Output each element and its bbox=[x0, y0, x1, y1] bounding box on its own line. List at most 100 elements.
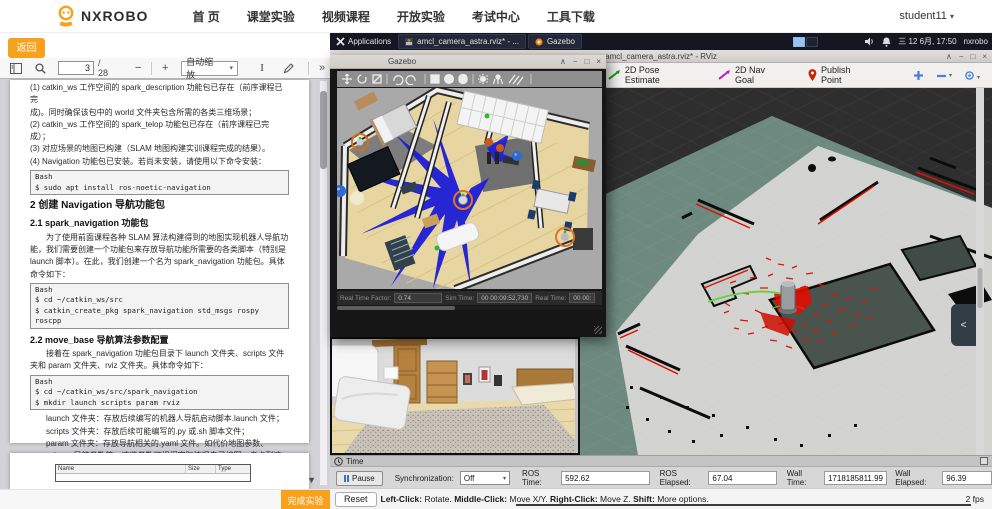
page-total: / 28 bbox=[98, 58, 112, 78]
toolbar-divider bbox=[308, 62, 309, 75]
code-line: $ cd ~/catkin_ws/src/spark_navigation bbox=[35, 387, 284, 398]
time-panel-titlebar[interactable]: Time bbox=[330, 456, 992, 467]
rtf-label: Real Time Factor: bbox=[340, 295, 391, 302]
page-number-input[interactable] bbox=[58, 61, 94, 75]
nav-item-open-lab[interactable]: 开放实验 bbox=[397, 8, 445, 25]
code-block: Bash $ cd ~/catkin_ws/src $ catkin_creat… bbox=[30, 283, 289, 329]
figure-col-type: Type bbox=[216, 465, 248, 473]
float-panel-icon[interactable] bbox=[980, 457, 988, 465]
add-tool-button[interactable] bbox=[913, 70, 924, 81]
camera-view-panel[interactable] bbox=[330, 337, 580, 455]
tool-properties-button[interactable]: ▾ bbox=[964, 70, 980, 81]
close-icon[interactable]: × bbox=[596, 57, 601, 66]
nxrobo-robot-icon bbox=[55, 4, 77, 28]
back-button[interactable]: 返回 bbox=[8, 38, 45, 58]
shade-icon[interactable]: ∧ bbox=[946, 50, 952, 63]
sync-select[interactable]: Off ▾ bbox=[460, 471, 510, 485]
minimize-icon[interactable]: − bbox=[573, 57, 578, 66]
nav-item-class-lab[interactable]: 课堂实验 bbox=[247, 8, 295, 25]
pdf-document-area[interactable]: (1) catkin_ws 工作空间的 spark_description 功能… bbox=[0, 79, 330, 489]
doc-line: (3) 对应场景的地图已构建（SLAM 地图构建实训课程完成的结果）。 bbox=[30, 143, 289, 155]
volume-icon[interactable] bbox=[865, 37, 875, 46]
zoom-in-icon[interactable]: + bbox=[157, 60, 173, 77]
pen-icon[interactable] bbox=[280, 60, 296, 77]
chevron-down-icon: ▾ bbox=[230, 64, 234, 72]
code-line: $ mkdir launch scripts param rviz bbox=[35, 398, 284, 409]
site-header: NXROBO 首 页 课堂实验 视频课程 开放实验 考试中心 工具下载 stud… bbox=[0, 0, 992, 33]
workspace-1[interactable] bbox=[793, 37, 805, 47]
search-icon[interactable] bbox=[32, 60, 48, 77]
scroll-down-icon[interactable]: ▼ bbox=[307, 475, 316, 485]
sync-value: Off bbox=[464, 474, 475, 483]
shade-icon[interactable]: ∧ bbox=[560, 57, 566, 66]
figure-col-size: Size bbox=[186, 465, 216, 473]
nav-item-exam-center[interactable]: 考试中心 bbox=[472, 8, 520, 25]
gazebo-3d-view[interactable] bbox=[337, 88, 602, 289]
doc-line: (4) Navigation 功能包已安装。若尚未安装，请使用以下命令安装： bbox=[30, 156, 289, 168]
gazebo-titlebar[interactable]: Gazebo ∧ − □ × bbox=[330, 55, 606, 69]
workspace-switcher[interactable] bbox=[793, 37, 818, 47]
finish-experiment-button[interactable]: 完成实验 bbox=[281, 490, 330, 509]
close-icon[interactable]: × bbox=[982, 50, 987, 63]
maximize-icon[interactable]: □ bbox=[584, 57, 589, 66]
help-val: Move Z. bbox=[598, 494, 633, 504]
ros-time-field[interactable]: 592.62 bbox=[561, 471, 650, 485]
user-menu[interactable]: student11 ▾ bbox=[899, 10, 954, 22]
help-val: More options. bbox=[655, 494, 709, 504]
workspace-2[interactable] bbox=[806, 37, 818, 47]
zoom-mode-select[interactable]: 自动缩放 ▾ bbox=[181, 61, 238, 76]
gazebo-window-controls: ∧ − □ × bbox=[560, 55, 601, 68]
text-select-icon[interactable]: I bbox=[254, 60, 270, 77]
nav-item-home[interactable]: 首 页 bbox=[192, 8, 219, 25]
clock[interactable]: 三 12 6月, 17:50 bbox=[898, 36, 956, 47]
tool-publish-point[interactable]: Publish Point bbox=[808, 65, 873, 85]
gazebo-status-bar: Real Time Factor: 0.74 Sim Time: 00 00:0… bbox=[337, 291, 602, 305]
sync-label: Synchronization: bbox=[395, 474, 454, 483]
main-nav: 首 页 课堂实验 视频课程 开放实验 考试中心 工具下载 bbox=[192, 8, 594, 25]
doc-paragraph: scripts 文件夹：存放后续可能编写的.py 或.sh 脚本文件； bbox=[30, 426, 289, 438]
pdf-page-2: Name Size Type bbox=[10, 453, 309, 489]
reset-button[interactable]: Reset bbox=[335, 492, 377, 507]
gazebo-hscrollbar-thumb[interactable] bbox=[337, 306, 455, 310]
zoom-out-icon[interactable]: − bbox=[130, 60, 146, 77]
sidebar-toggle-icon[interactable] bbox=[8, 60, 24, 77]
pause-button[interactable]: Pause bbox=[336, 471, 383, 486]
rviz-window-controls: ∧ − □ × bbox=[946, 50, 987, 63]
doc-heading-2-2: 2.2 move_base 导航算法参数配置 bbox=[30, 334, 289, 346]
code-label: Bash bbox=[35, 172, 284, 183]
taskbar-window-gazebo[interactable]: Gazebo bbox=[528, 34, 582, 49]
rtf-value: 0.74 bbox=[394, 293, 442, 303]
tool-2d-pose-estimate[interactable]: 2D Pose Estimate bbox=[608, 65, 696, 85]
resize-grip-icon[interactable] bbox=[594, 326, 602, 334]
doc-paragraph: 接着在 spark_navigation 功能包目录下 launch 文件夹、s… bbox=[30, 348, 289, 373]
bell-icon[interactable] bbox=[882, 37, 891, 47]
help-key: Right-Click: bbox=[550, 494, 598, 504]
tool-2d-nav-goal[interactable]: 2D Nav Goal bbox=[718, 65, 786, 85]
desktop-taskbar: Applications amcl_camera_astra.rviz* - .… bbox=[330, 33, 992, 50]
ros-elapsed-field[interactable]: 67.04 bbox=[708, 471, 776, 485]
nav-item-tools[interactable]: 工具下载 bbox=[547, 8, 595, 25]
chevron-down-icon: ▾ bbox=[950, 12, 954, 21]
gazebo-hscrollbar[interactable] bbox=[337, 306, 602, 310]
remove-tool-button[interactable]: ▾ bbox=[936, 72, 952, 79]
code-line: $ catkin_create_pkg spark_navigation std… bbox=[35, 306, 284, 327]
maximize-icon[interactable]: □ bbox=[970, 50, 975, 63]
more-tools-icon[interactable]: » bbox=[314, 60, 330, 77]
wall-time-field[interactable]: 1718185811.99 bbox=[824, 471, 887, 485]
applications-menu[interactable]: Applications bbox=[330, 33, 397, 50]
doc-line: (1) catkin_ws 工作空间的 spark_description 功能… bbox=[30, 82, 289, 107]
taskbar-window-rviz[interactable]: amcl_camera_astra.rviz* - ... bbox=[398, 34, 526, 49]
real-time-value: 00 00: bbox=[569, 293, 595, 303]
nav-item-video-course[interactable]: 视频课程 bbox=[322, 8, 370, 25]
wall-elapsed-field[interactable]: 96.39 bbox=[942, 471, 992, 485]
pdf-scrollbar-thumb[interactable] bbox=[320, 91, 327, 169]
time-panel: Time Pause Synchronization: Off ▾ ROS Ti… bbox=[330, 455, 992, 488]
pdf-toolbar: / 28 − + 自动缩放 ▾ I » bbox=[0, 58, 330, 79]
views-panel-collapse-tab[interactable]: < bbox=[951, 304, 976, 346]
applications-label: Applications bbox=[348, 37, 391, 46]
session-user[interactable]: nxrobo bbox=[964, 37, 988, 46]
minimize-icon[interactable]: − bbox=[959, 50, 964, 63]
code-label: Bash bbox=[35, 377, 284, 388]
zoom-mode-value: 自动缩放 bbox=[186, 55, 219, 81]
brand-logo[interactable]: NXROBO bbox=[55, 4, 148, 28]
